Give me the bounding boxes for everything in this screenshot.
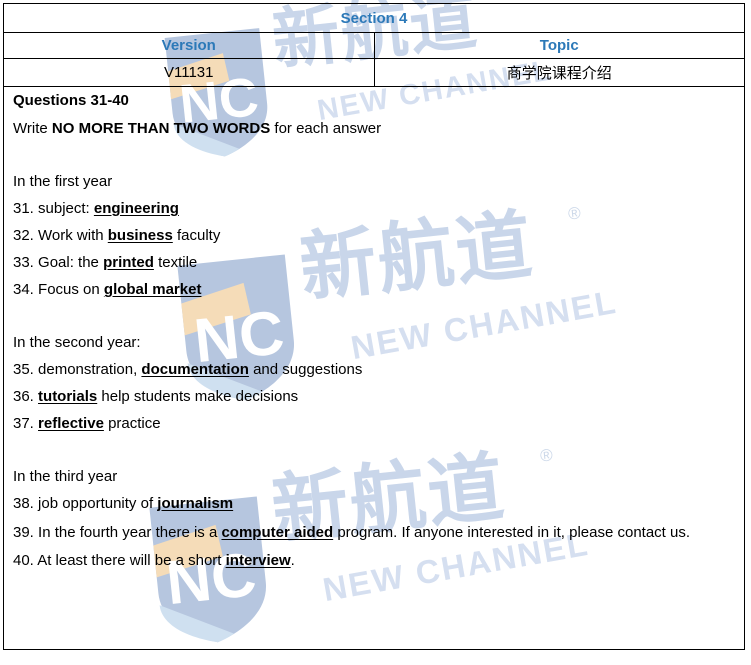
answer-word: business [107,227,173,244]
answer-line: 40. At least there will be a short inter… [13,553,735,568]
table-row-values: V11131 商学院课程介绍 [3,58,745,87]
question-number: 40. [13,552,34,570]
watermark-registered-mark: ® [508,0,521,2]
instruction-suffix: for each answer [270,120,382,137]
document-sheet: Section 4 Version Topic V11131 商学院课程介绍 Q… [3,3,745,650]
questions-heading: Questions 31-40 [13,92,129,109]
question-number: 37. [13,415,34,432]
table-row-headers: Version Topic [3,32,745,59]
question-text-before: subject: [33,200,94,217]
question-text-after: faculty [172,227,221,244]
answer-line: 33. Goal: the printed textile [13,255,735,270]
answer-word: journalism [157,495,234,512]
metadata-table: Section 4 Version Topic V11131 商学院课程介绍 [3,3,745,87]
question-number: 34. [13,281,34,298]
answer-word: global market [103,281,202,298]
answer-line: 38. job opportunity of journalism [13,496,735,511]
question-text-after: and suggestions [248,361,363,378]
answer-line: 39. In the fourth year there is a comput… [13,523,735,542]
answer-line: 34. Focus on global market [13,282,735,297]
question-text-before: In the fourth year there is a [33,524,222,541]
answer-line: 31. subject: engineering [13,201,735,216]
question-text-before: At least there will be a short [33,552,226,570]
question-number: 36. [13,388,34,405]
question-groups: In the first year 31. subject: engineerin… [13,148,735,568]
answer-word: printed [103,254,154,271]
answer-word: reflective [38,415,104,432]
question-text-before: job opportunity of [33,495,158,512]
question-text-after: program. If anyone interested in it, ple… [333,524,691,541]
instruction-emphasis: NO MORE THAN TWO WORDS [51,120,271,137]
question-text-after: textile [153,254,198,271]
instruction-prefix: Write [13,120,52,137]
group-label: In the second year: [13,334,141,351]
section-title-cell: Section 4 [3,3,745,33]
answer-word: engineering [93,200,179,217]
question-text-after: . [290,552,295,570]
answer-line: 37. reflective practice [13,416,735,431]
answer-key-body: Questions 31-40 Write NO MORE THAN TWO W… [3,87,745,650]
question-text-before: Goal: the [33,254,104,271]
question-number: 38. [13,495,34,512]
answer-word: documentation [141,361,249,378]
question-number: 35. [13,361,34,378]
question-number: 31. [13,200,34,217]
group-label: In the third year [13,468,118,485]
version-column-header: Version [3,32,375,59]
answer-word: interview [225,552,291,570]
question-text-after: practice [103,415,161,432]
answer-line: 36. tutorials help students make decisio… [13,389,735,404]
group-label: In the first year [13,173,113,190]
answer-line: 35. demonstration, documentation and sug… [13,362,735,377]
question-text-after: help students make decisions [97,388,299,405]
version-value-cell: V11131 [3,58,375,87]
instruction-line: Write NO MORE THAN TWO WORDS for each an… [13,121,735,136]
topic-value-cell: 商学院课程介绍 [373,58,745,87]
answer-word: computer aided [221,524,334,541]
question-text-before: demonstration, [33,361,142,378]
question-text-before: Focus on [33,281,104,298]
answer-word: tutorials [38,388,98,405]
question-number: 39. [13,524,34,541]
topic-column-header: Topic [373,32,745,59]
table-row-section: Section 4 [3,3,745,33]
question-number: 33. [13,254,34,271]
answer-line: 32. Work with business faculty [13,228,735,243]
question-number: 32. [13,227,34,244]
question-text-before: Work with [33,227,108,244]
